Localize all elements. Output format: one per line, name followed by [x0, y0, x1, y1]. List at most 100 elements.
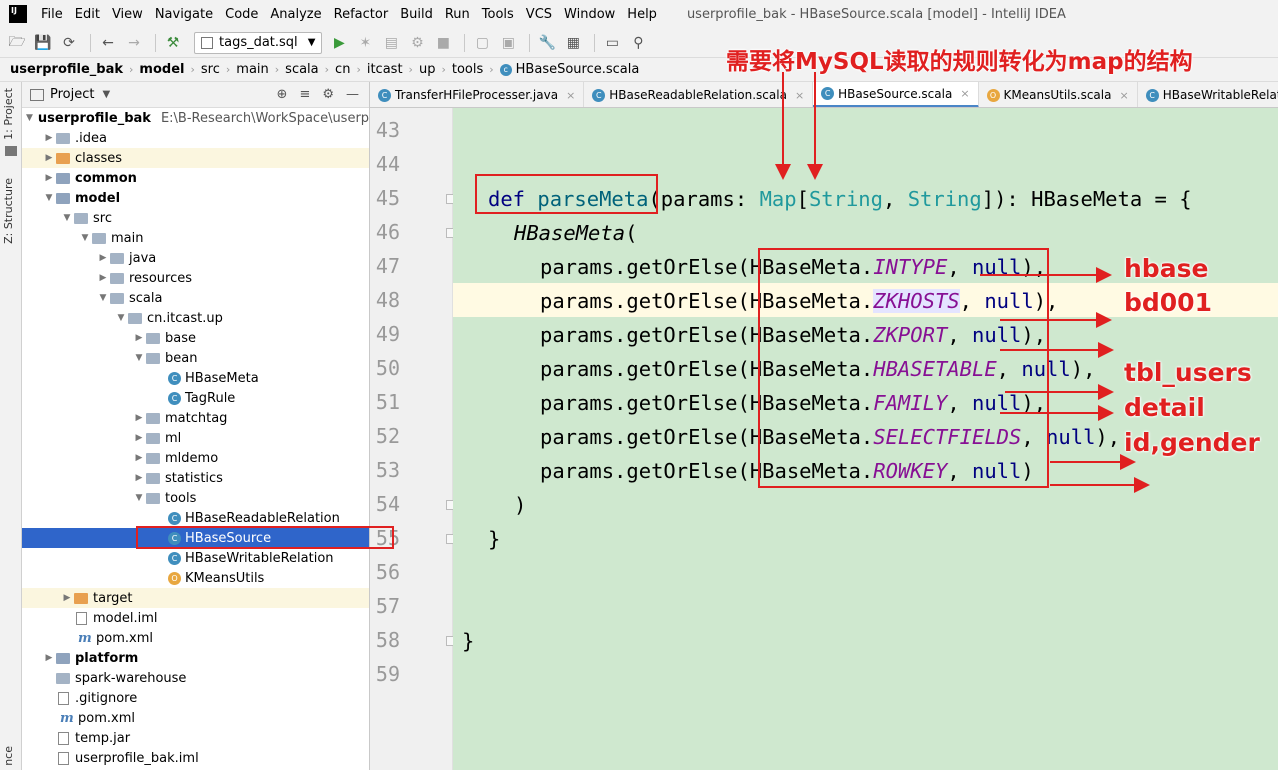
tree-item[interactable]: C TagRule	[22, 388, 369, 408]
tree-item[interactable]: ▶ resources	[22, 268, 369, 288]
tree-item[interactable]: ▶ .idea	[22, 128, 369, 148]
breadcrumb-item[interactable]: model	[139, 62, 184, 77]
code-line-46: HBaseMeta(	[514, 221, 638, 245]
menu-refactor[interactable]: Refactor	[328, 7, 395, 22]
menu-edit[interactable]: Edit	[69, 7, 106, 22]
tree-item[interactable]: ▶ matchtag	[22, 408, 369, 428]
tree-item[interactable]: ▶ mldemo	[22, 448, 369, 468]
tree-item[interactable]: ▶ statistics	[22, 468, 369, 488]
menu-build[interactable]: Build	[394, 7, 439, 22]
tree-item[interactable]: userprofile_bak.iml	[22, 748, 369, 768]
tree-item[interactable]: temp.jar	[22, 728, 369, 748]
tree-item[interactable]: C HBaseMeta	[22, 368, 369, 388]
tree-item[interactable]: C HBaseWritableRelation	[22, 548, 369, 568]
menu-code[interactable]: Code	[219, 7, 264, 22]
tree-item-selected[interactable]: C HBaseSource	[22, 528, 369, 548]
locate-crosshair-icon[interactable]: ⊕	[277, 87, 288, 102]
open-folder-icon[interactable]: 🗁	[6, 32, 28, 54]
menu-view[interactable]: View	[106, 7, 149, 22]
editor-tab[interactable]: C HBaseWritableRelation.	[1138, 82, 1278, 107]
breadcrumb-item[interactable]: scala	[285, 62, 318, 77]
tree-item[interactable]: ▼ scala	[22, 288, 369, 308]
tree-item[interactable]: ▼ cn.itcast.up	[22, 308, 369, 328]
tree-item[interactable]: ▶ target	[22, 588, 369, 608]
minimize-icon[interactable]: —	[346, 87, 359, 102]
tree-item[interactable]: ▶ base	[22, 328, 369, 348]
breadcrumb-item[interactable]: HBaseSource.scala	[516, 62, 640, 77]
gear-icon[interactable]: ⚙	[322, 87, 334, 102]
tree-item[interactable]: ▶ java	[22, 248, 369, 268]
breadcrumb-item[interactable]: cn	[335, 62, 350, 77]
tree-item[interactable]: m pom.xml	[22, 628, 369, 648]
project-panel: Project ▼ ⊕ ≡ ⚙ — ▼ userprofile_bak E:\B-…	[22, 82, 370, 770]
line-number: 48	[375, 288, 400, 312]
profile-icon[interactable]: ⚙	[406, 32, 428, 54]
editor-tab-active[interactable]: C HBaseSource.scala ×	[813, 82, 979, 107]
attach-icon[interactable]: ▢	[471, 32, 493, 54]
run-configuration-select[interactable]: tags_dat.sql ▼	[194, 31, 323, 54]
menu-run[interactable]: Run	[439, 7, 476, 22]
close-icon[interactable]: ×	[566, 89, 575, 102]
debug-icon[interactable]: ✶	[354, 32, 376, 54]
stop-icon[interactable]: ■	[432, 32, 454, 54]
menu-vcs[interactable]: VCS	[520, 7, 558, 22]
coverage-icon[interactable]: ▤	[380, 32, 402, 54]
tree-item[interactable]: ▼ tools	[22, 488, 369, 508]
search-icon[interactable]: ⚲	[627, 32, 649, 54]
tree-item[interactable]: C HBaseReadableRelation	[22, 508, 369, 528]
tool-tab-project[interactable]: 1: Project	[2, 88, 15, 140]
package-icon	[146, 352, 160, 364]
editor-tab[interactable]: C TransferHFileProcesser.java ×	[370, 82, 585, 107]
menu-window[interactable]: Window	[558, 7, 621, 22]
sync-icon[interactable]: ⟳	[58, 32, 80, 54]
tree-item[interactable]: ▶ ml	[22, 428, 369, 448]
forward-arrow-icon[interactable]: →	[123, 32, 145, 54]
tree-item[interactable]: ▶ platform	[22, 648, 369, 668]
chevron-right-icon: ›	[129, 63, 134, 76]
breadcrumb-item[interactable]: itcast	[367, 62, 403, 77]
tree-item[interactable]: ▼ main	[22, 228, 369, 248]
editor-tab[interactable]: C HBaseReadableRelation.scala ×	[584, 82, 814, 107]
chevron-down-icon[interactable]: ▼	[102, 89, 110, 100]
breadcrumb-item[interactable]: userprofile_bak	[10, 62, 123, 77]
vcs-icon[interactable]: ▣	[497, 32, 519, 54]
save-icon[interactable]: 💾	[32, 32, 54, 54]
folder-icon	[56, 672, 70, 684]
tool-tab-structure[interactable]: Z: Structure	[2, 178, 15, 244]
breadcrumb-item[interactable]: main	[236, 62, 268, 77]
close-icon[interactable]: ×	[960, 87, 969, 100]
menu-help[interactable]: Help	[621, 7, 663, 22]
chevron-down-icon: ▼	[26, 113, 33, 123]
tree-item[interactable]: ▼ bean	[22, 348, 369, 368]
tree-item[interactable]: .gitignore	[22, 688, 369, 708]
tree-item[interactable]: ▼ src	[22, 208, 369, 228]
code-editor[interactable]: def parseMeta(params: Map[String, String…	[453, 108, 1278, 770]
tree-item[interactable]: ▶ common	[22, 168, 369, 188]
tree-item[interactable]: m pom.xml	[22, 708, 369, 728]
project-structure-icon[interactable]: ▦	[562, 32, 584, 54]
tree-item[interactable]: ▼ model	[22, 188, 369, 208]
tool-tab-favorites[interactable]: nce	[2, 746, 15, 766]
run-icon[interactable]: ▶	[328, 32, 350, 54]
back-arrow-icon[interactable]: ←	[97, 32, 119, 54]
build-hammer-icon[interactable]: ⚒	[162, 32, 184, 54]
tree-item[interactable]: model.iml	[22, 608, 369, 628]
close-icon[interactable]: ×	[795, 89, 804, 102]
menu-file[interactable]: File	[35, 7, 69, 22]
tree-item[interactable]: O KMeansUtils	[22, 568, 369, 588]
tree-item[interactable]: spark-warehouse	[22, 668, 369, 688]
menu-tools[interactable]: Tools	[476, 7, 520, 22]
collapse-all-icon[interactable]: ≡	[299, 87, 310, 102]
project-panel-title[interactable]: Project	[50, 87, 94, 102]
menu-analyze[interactable]: Analyze	[264, 7, 327, 22]
menu-navigate[interactable]: Navigate	[149, 7, 219, 22]
editor-tab[interactable]: O KMeansUtils.scala ×	[979, 82, 1138, 107]
tree-item[interactable]: ▶ classes	[22, 148, 369, 168]
close-icon[interactable]: ×	[1119, 89, 1128, 102]
terminal-icon[interactable]: ▭	[601, 32, 623, 54]
wrench-icon[interactable]: 🔧	[536, 32, 558, 54]
tree-item[interactable]: ▼ userprofile_bak E:\B-Research\WorkSpace…	[22, 108, 369, 128]
breadcrumb-item[interactable]: up	[419, 62, 436, 77]
breadcrumb-item[interactable]: tools	[452, 62, 483, 77]
breadcrumb-item[interactable]: src	[201, 62, 220, 77]
